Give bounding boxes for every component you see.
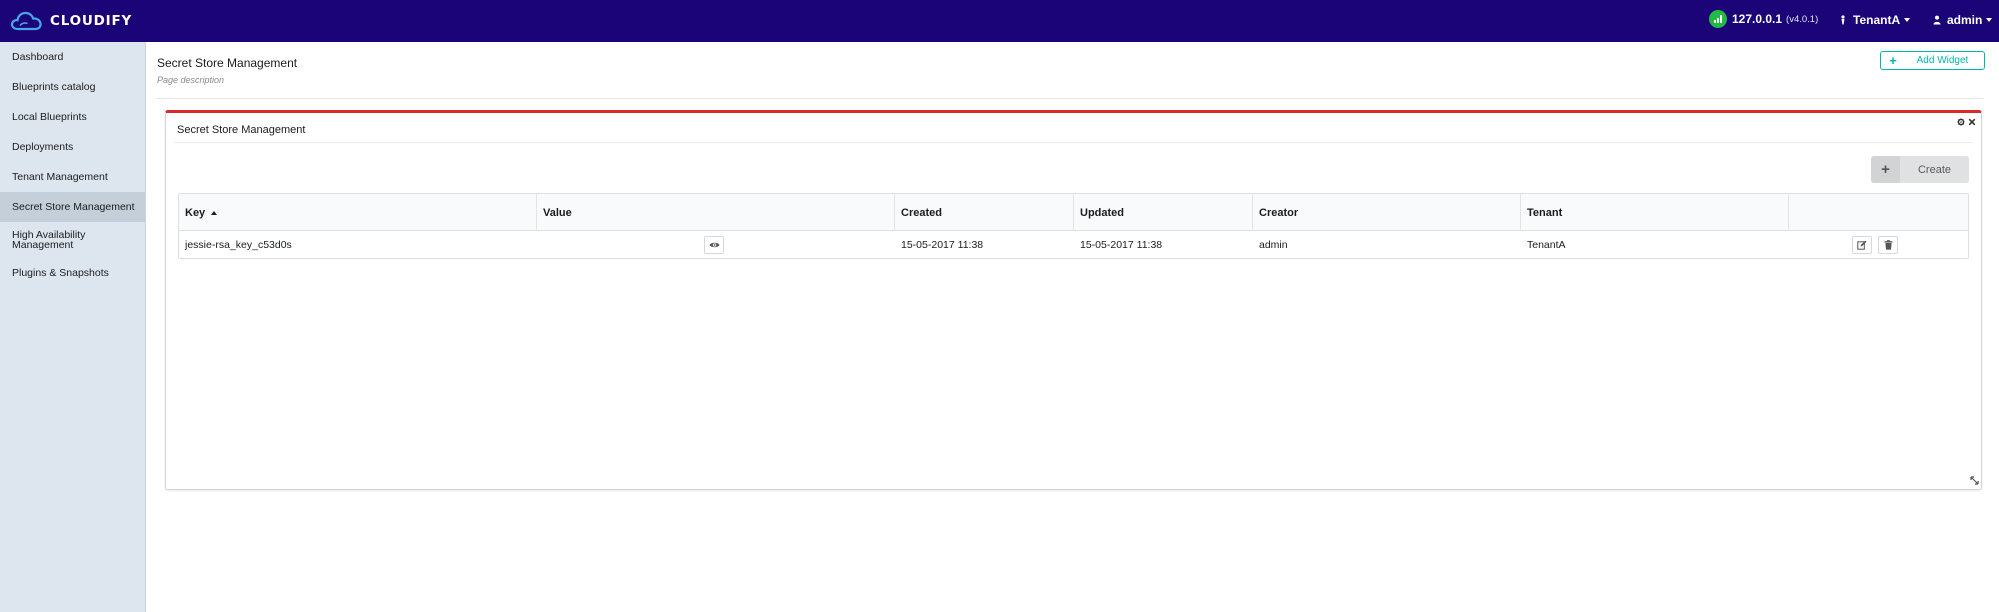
cloud-logo-icon bbox=[10, 11, 42, 31]
sort-ascending-icon bbox=[211, 210, 218, 215]
sidebar-item-label: Deployments bbox=[12, 140, 74, 153]
column-header-tenant[interactable]: Tenant bbox=[1521, 194, 1789, 231]
table-row: jessie-rsa_key_c53d0s 15-05-2017 11:38 1… bbox=[179, 231, 1968, 259]
widget-title: Secret Store Management bbox=[177, 124, 306, 136]
cell-created: 15-05-2017 11:38 bbox=[901, 239, 984, 251]
user-icon bbox=[1933, 15, 1941, 25]
sidebar-item-label: Tenant Management bbox=[12, 170, 108, 183]
gear-icon[interactable] bbox=[1957, 118, 1965, 126]
cell-actions bbox=[1789, 231, 1968, 259]
column-header-updated[interactable]: Updated bbox=[1074, 194, 1253, 231]
create-secret-button[interactable]: + Create bbox=[1871, 156, 1969, 183]
manager-ip: 127.0.0.1 bbox=[1732, 12, 1783, 26]
widget-divider bbox=[174, 142, 1973, 143]
sidebar-item-tenant-management[interactable]: Tenant Management bbox=[0, 162, 145, 192]
user-name: admin bbox=[1947, 13, 1983, 27]
secret-store-widget: Secret Store Management + Create Key Val… bbox=[165, 110, 1982, 490]
user-dropdown[interactable]: admin bbox=[1933, 13, 1993, 27]
plus-icon: + bbox=[1889, 53, 1897, 68]
logo-text: CLOUDIFY bbox=[50, 13, 133, 29]
sidebar: Dashboard Blueprints catalog Local Bluep… bbox=[0, 42, 146, 612]
eye-icon bbox=[708, 242, 720, 248]
tenant-dropdown[interactable]: TenantA bbox=[1839, 13, 1911, 27]
sidebar-item-label: Secret Store Management bbox=[12, 200, 135, 213]
cell-tenant: TenantA bbox=[1527, 239, 1566, 251]
manager-version: (v4.0.1) bbox=[1786, 13, 1819, 25]
tenant-name: TenantA bbox=[1853, 13, 1901, 27]
sidebar-item-plugins-snapshots[interactable]: Plugins & Snapshots bbox=[0, 258, 145, 288]
edit-secret-button[interactable] bbox=[1852, 236, 1872, 254]
edit-icon bbox=[1857, 240, 1867, 250]
sidebar-item-high-availability-management[interactable]: High Availability Management bbox=[0, 222, 145, 258]
cell-value bbox=[537, 231, 895, 259]
page-divider bbox=[157, 98, 1984, 99]
logo[interactable]: CLOUDIFY bbox=[10, 8, 132, 34]
sidebar-item-label: Management bbox=[12, 239, 74, 251]
sidebar-item-local-blueprints[interactable]: Local Blueprints bbox=[0, 102, 145, 132]
sidebar-item-label: Plugins & Snapshots bbox=[12, 266, 109, 279]
chevron-down-icon bbox=[1904, 18, 1911, 22]
sidebar-item-label: Dashboard bbox=[12, 50, 64, 63]
table-header: Key Value Created Updated Creator Tenant bbox=[179, 194, 1968, 231]
column-header-key[interactable]: Key bbox=[179, 194, 537, 231]
add-widget-button[interactable]: + Add Widget bbox=[1880, 51, 1985, 70]
create-label: Create bbox=[1917, 163, 1952, 176]
show-value-button[interactable] bbox=[704, 236, 724, 254]
sidebar-item-deployments[interactable]: Deployments bbox=[0, 132, 145, 162]
sidebar-item-dashboard[interactable]: Dashboard bbox=[0, 42, 145, 72]
resize-icon[interactable] bbox=[1969, 475, 1980, 486]
page-title: Secret Store Management bbox=[157, 56, 298, 70]
chevron-down-icon bbox=[1986, 18, 1993, 22]
column-header-created[interactable]: Created bbox=[895, 194, 1074, 231]
signal-icon bbox=[1709, 10, 1727, 28]
manager-status[interactable]: 127.0.0.1 (v4.0.1) bbox=[1709, 10, 1818, 28]
sidebar-item-secret-store-management[interactable]: Secret Store Management bbox=[0, 192, 145, 222]
page-description: Page description bbox=[157, 75, 225, 85]
user-tie-icon bbox=[1841, 15, 1845, 25]
trash-icon bbox=[1884, 240, 1892, 250]
delete-secret-button[interactable] bbox=[1878, 236, 1898, 254]
plus-icon: + bbox=[1871, 156, 1900, 183]
top-bar: CLOUDIFY 127.0.0.1 (v4.0.1) TenantA admi… bbox=[0, 0, 1999, 42]
sidebar-item-blueprints-catalog[interactable]: Blueprints catalog bbox=[0, 72, 145, 102]
column-header-actions bbox=[1789, 194, 1968, 231]
close-icon[interactable] bbox=[1968, 118, 1976, 126]
column-header-value[interactable]: Value bbox=[537, 194, 895, 231]
secrets-table: Key Value Created Updated Creator Tenant… bbox=[178, 193, 1969, 259]
sidebar-item-label: Local Blueprints bbox=[12, 110, 87, 123]
add-widget-label: Add Widget bbox=[1916, 55, 1969, 66]
cell-key: jessie-rsa_key_c53d0s bbox=[185, 239, 292, 251]
cell-creator: admin bbox=[1259, 239, 1288, 251]
cell-updated: 15-05-2017 11:38 bbox=[1080, 239, 1163, 251]
column-header-creator[interactable]: Creator bbox=[1253, 194, 1521, 231]
sidebar-item-label: Blueprints catalog bbox=[12, 80, 96, 93]
